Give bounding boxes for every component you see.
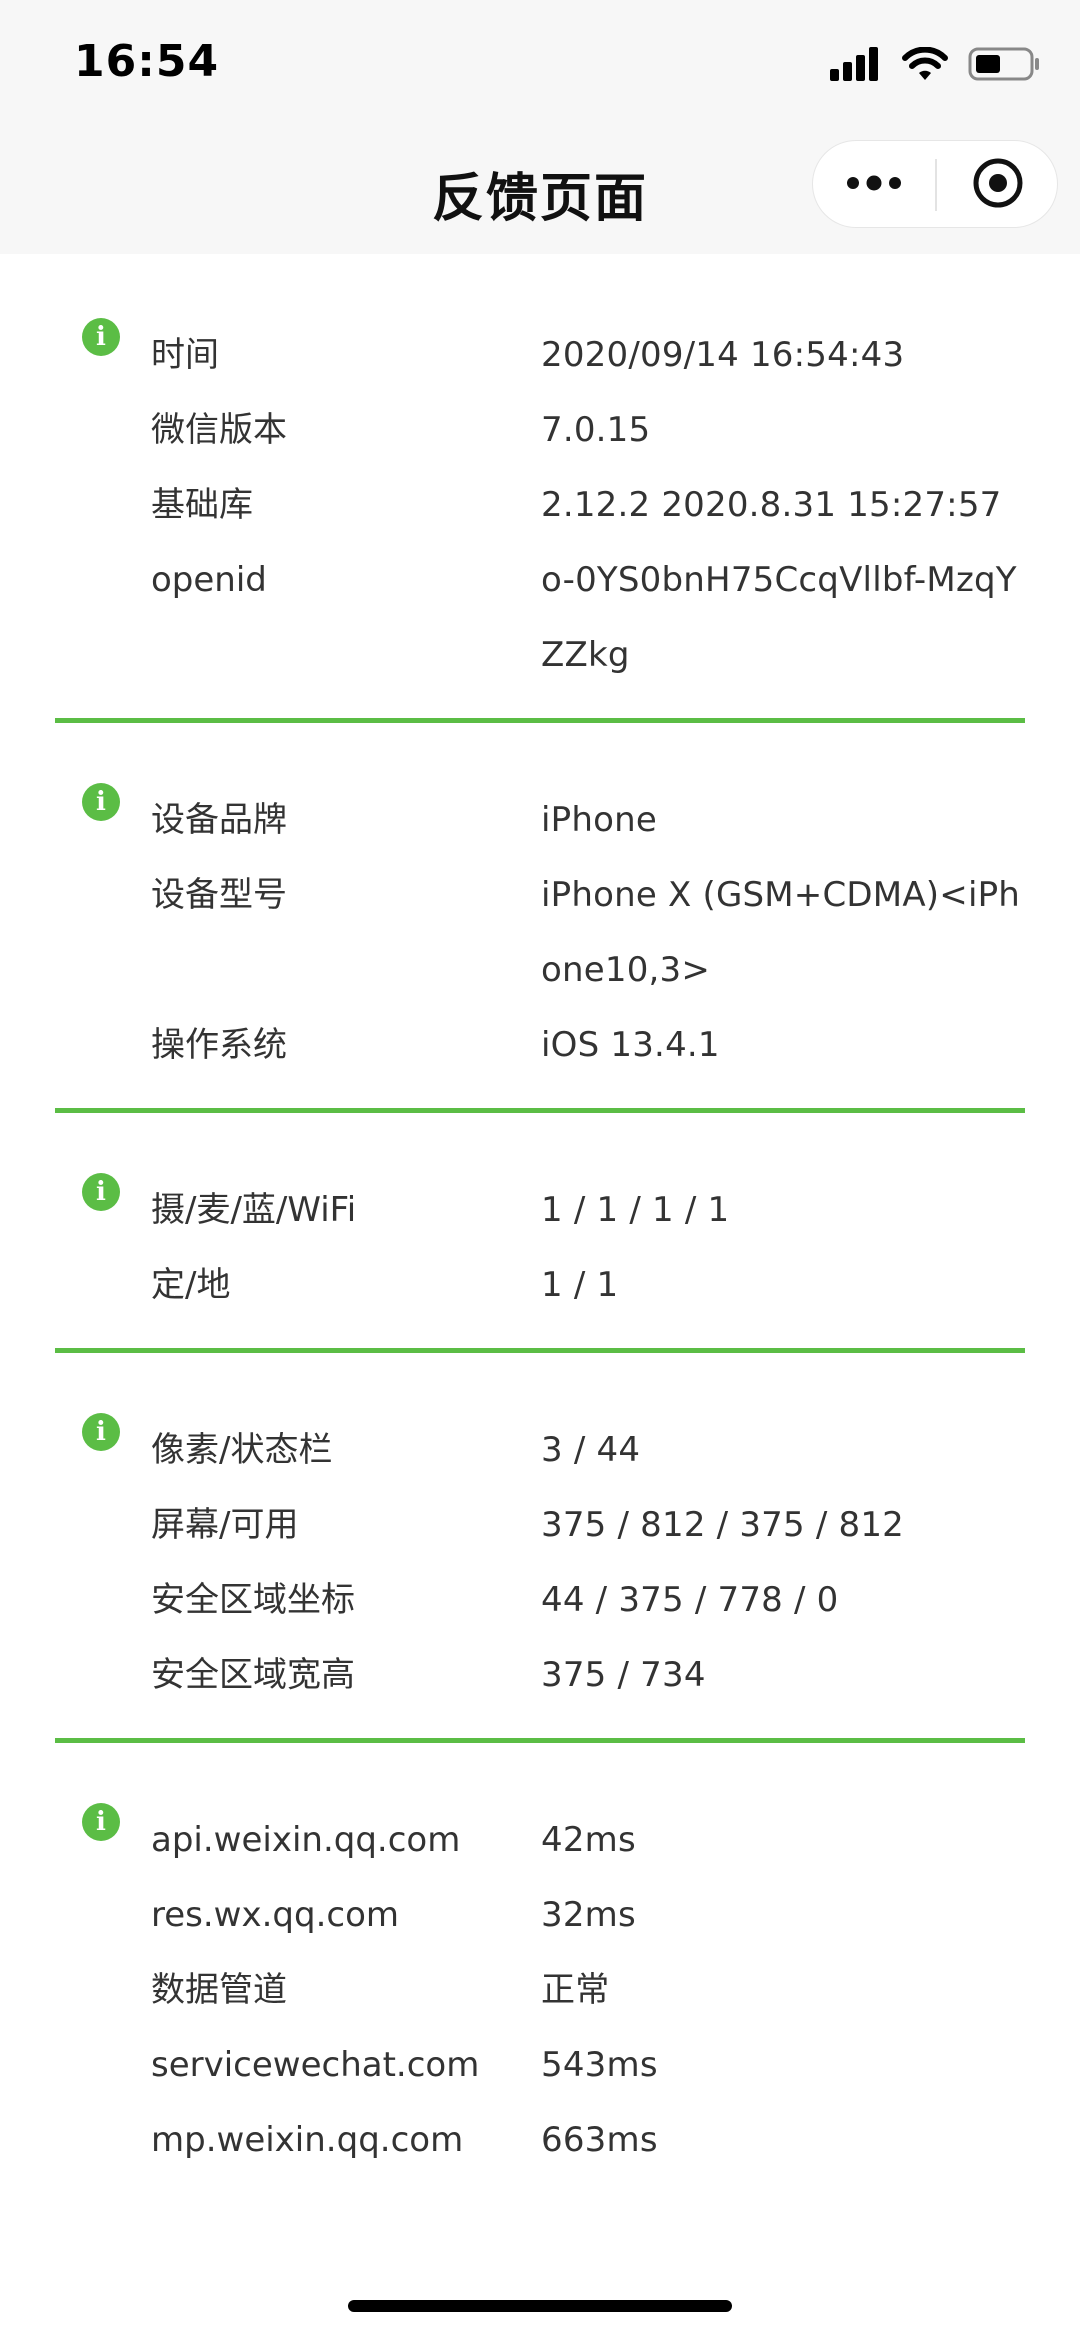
row-value: 1 / 1 / 1 / 1 — [541, 1190, 730, 1230]
info-row: 安全区域坐标 44 / 375 / 778 / 0 — [151, 1563, 1025, 1638]
row-value: 2020/09/14 16:54:43 — [541, 335, 905, 375]
row-value: 663ms — [541, 2120, 658, 2160]
row-label: 微信版本 — [151, 410, 287, 450]
info-row: 数据管道 正常 — [151, 1953, 1025, 2028]
row-value: 42ms — [541, 1820, 636, 1860]
info-icon: i — [82, 318, 120, 356]
info-row: servicewechat.com 543ms — [151, 2028, 1025, 2103]
status-time: 16:54 — [74, 36, 220, 87]
screen: 16:54 反馈页面 i 时间 2020/09/14 16:54:43 微信版本… — [0, 0, 1080, 2339]
feedback-content: i 时间 2020/09/14 16:54:43 微信版本 7.0.15 基础库… — [0, 254, 1080, 2178]
row-value: iPhone X (GSM+CDMA)<iPhone10,3> — [541, 875, 1021, 990]
section-screen-info: i 像素/状态栏 3 / 44 屏幕/可用 375 / 812 / 375 / … — [55, 1353, 1025, 1743]
row-value: 1 / 1 — [541, 1265, 619, 1305]
row-label: 安全区域坐标 — [151, 1580, 355, 1620]
section-permissions: i 摄/麦/蓝/WiFi 1 / 1 / 1 / 1 定/地 1 / 1 — [55, 1113, 1025, 1353]
info-row: 安全区域宽高 375 / 734 — [151, 1638, 1025, 1713]
info-row: 定/地 1 / 1 — [151, 1248, 1025, 1323]
info-icon: i — [82, 1803, 120, 1841]
row-label: 基础库 — [151, 485, 253, 525]
wifi-icon — [902, 46, 948, 85]
row-label: 时间 — [151, 335, 219, 375]
row-value: 2.12.2 2020.8.31 15:27:57 — [541, 485, 1002, 525]
info-row: 操作系统 iOS 13.4.1 — [151, 1008, 1025, 1083]
info-icon: i — [82, 1173, 120, 1211]
row-value: 375 / 812 / 375 / 812 — [541, 1505, 904, 1545]
info-row: mp.weixin.qq.com 663ms — [151, 2103, 1025, 2178]
info-icon: i — [82, 1413, 120, 1451]
info-row: 屏幕/可用 375 / 812 / 375 / 812 — [151, 1488, 1025, 1563]
info-icon: i — [82, 783, 120, 821]
status-icons — [830, 46, 1040, 86]
row-label: mp.weixin.qq.com — [151, 2120, 464, 2160]
more-icon — [845, 174, 903, 196]
row-label: servicewechat.com — [151, 2045, 480, 2085]
row-value: 543ms — [541, 2045, 658, 2085]
row-value: 375 / 734 — [541, 1655, 706, 1695]
top-bar: 16:54 反馈页面 — [0, 0, 1080, 254]
section-network: i api.weixin.qq.com 42ms res.wx.qq.com 3… — [55, 1743, 1025, 2178]
row-label: 摄/麦/蓝/WiFi — [151, 1190, 357, 1230]
row-value: iOS 13.4.1 — [541, 1025, 720, 1065]
row-label: 操作系统 — [151, 1025, 287, 1065]
row-value: 7.0.15 — [541, 410, 651, 450]
row-label: 设备品牌 — [151, 800, 287, 840]
capsule-menu — [812, 140, 1058, 228]
close-button[interactable] — [937, 141, 1059, 229]
row-label: 安全区域宽高 — [151, 1655, 355, 1695]
row-value: o-0YS0bnH75CcqVllbf-MzqYZZkg — [541, 560, 1017, 675]
row-label: res.wx.qq.com — [151, 1895, 399, 1935]
info-row: 基础库 2.12.2 2020.8.31 15:27:57 — [151, 468, 1025, 543]
row-value: 32ms — [541, 1895, 636, 1935]
info-row: res.wx.qq.com 32ms — [151, 1878, 1025, 1953]
info-row: api.weixin.qq.com 42ms — [151, 1803, 1025, 1878]
section-basic-info: i 时间 2020/09/14 16:54:43 微信版本 7.0.15 基础库… — [55, 254, 1025, 723]
row-value: 正常 — [541, 1970, 610, 2010]
row-label: 定/地 — [151, 1265, 231, 1305]
battery-icon — [968, 46, 1040, 86]
signal-icon — [830, 47, 882, 85]
more-button[interactable] — [813, 141, 935, 229]
row-label: api.weixin.qq.com — [151, 1820, 461, 1860]
info-row: 设备型号 iPhone X (GSM+CDMA)<iPhone10,3> — [151, 858, 1025, 1008]
row-value: 44 / 375 / 778 / 0 — [541, 1580, 839, 1620]
row-label: 像素/状态栏 — [151, 1430, 333, 1470]
close-target-icon — [971, 156, 1025, 214]
info-row: openid o-0YS0bnH75CcqVllbf-MzqYZZkg — [151, 543, 1025, 693]
row-label: 设备型号 — [151, 875, 287, 915]
info-row: 设备品牌 iPhone — [151, 783, 1025, 858]
row-label: 数据管道 — [151, 1970, 287, 2010]
row-label: openid — [151, 560, 267, 600]
info-row: 像素/状态栏 3 / 44 — [151, 1413, 1025, 1488]
row-label: 屏幕/可用 — [151, 1505, 299, 1545]
row-value: 3 / 44 — [541, 1430, 641, 1470]
row-value: iPhone — [541, 800, 657, 840]
info-row: 微信版本 7.0.15 — [151, 393, 1025, 468]
info-row: 摄/麦/蓝/WiFi 1 / 1 / 1 / 1 — [151, 1173, 1025, 1248]
info-row: 时间 2020/09/14 16:54:43 — [151, 318, 1025, 393]
home-indicator[interactable] — [348, 2300, 732, 2312]
section-device-info: i 设备品牌 iPhone 设备型号 iPhone X (GSM+CDMA)<i… — [55, 723, 1025, 1113]
